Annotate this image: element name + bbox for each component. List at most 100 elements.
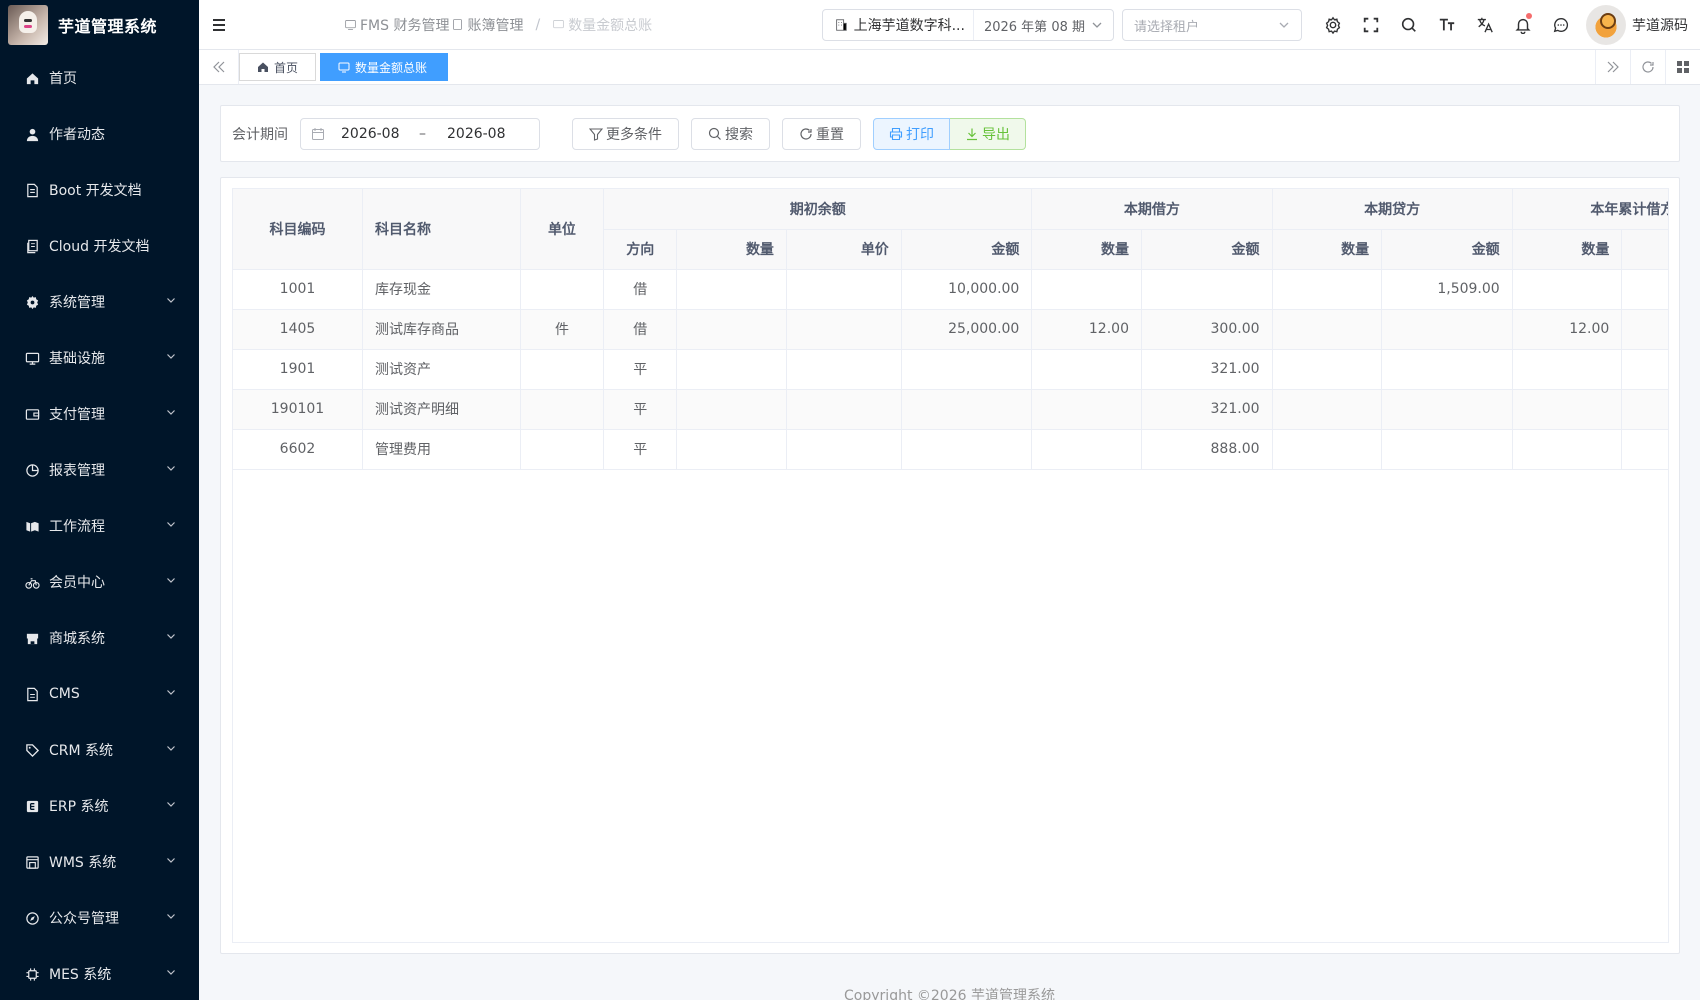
wallet-icon	[24, 406, 40, 422]
header-unit: 单位	[520, 189, 605, 270]
cell-code: 6602	[233, 429, 363, 470]
sidebar-item-16[interactable]: MES 系统	[0, 946, 199, 1000]
cell-credit-amount	[1381, 349, 1513, 390]
bell-icon[interactable]	[1504, 0, 1542, 50]
header-amount: 金额	[901, 229, 1033, 270]
header-direction: 方向	[603, 229, 678, 270]
cell-unit	[520, 389, 605, 430]
printer-icon	[889, 127, 903, 140]
search-button[interactable]: 搜索	[691, 117, 770, 150]
search-icon	[708, 127, 721, 140]
top-header: FMS 财务管理 账簿管理 / 数量金额总账 上海芋道数字科... 2026 年…	[199, 0, 1700, 50]
refresh-icon[interactable]	[1630, 50, 1665, 84]
sidebar-item-9[interactable]: 会员中心	[0, 554, 199, 610]
cell-debit-amount: 300.00	[1141, 309, 1273, 350]
font-size-icon[interactable]	[1428, 0, 1466, 50]
header-qty: 数量	[1031, 229, 1142, 270]
cell-name: 库存现金	[362, 269, 521, 310]
breadcrumb-item-fms[interactable]: FMS 财务管理	[344, 15, 449, 35]
fullscreen-icon[interactable]	[1352, 0, 1390, 50]
header-period-credit: 本期贷方	[1272, 189, 1513, 230]
sidebar-item-12[interactable]: CRM 系统	[0, 722, 199, 778]
cell-open-qty	[676, 429, 787, 470]
table-row[interactable]: 1001 库存现金 借 10,000.00 1,509.00	[233, 269, 1668, 310]
cell-open-amount	[901, 349, 1033, 390]
sidebar-item-11[interactable]: CMS	[0, 666, 199, 722]
shop-icon	[24, 630, 40, 646]
sidebar-item-13[interactable]: ERP 系统	[0, 778, 199, 834]
hamburger-icon[interactable]	[199, 17, 239, 33]
breadcrumb: FMS 财务管理 账簿管理 / 数量金额总账	[344, 15, 652, 35]
ledger-icon	[553, 20, 564, 29]
cell-open-qty	[676, 389, 787, 430]
sidebar-item-6[interactable]: 支付管理	[0, 386, 199, 442]
tenant-select[interactable]: 请选择租户	[1122, 9, 1302, 41]
ledger-table-scroll[interactable]: 科目编码 科目名称 单位 期初余额 本期借方 本期贷方 本年累计借方 方向 数量…	[232, 188, 1669, 943]
translate-icon[interactable]	[1466, 0, 1504, 50]
ledger-table-card: 科目编码 科目名称 单位 期初余额 本期借方 本期贷方 本年累计借方 方向 数量…	[220, 177, 1680, 954]
cell-ytd-qty: 12.00	[1512, 309, 1623, 350]
table-row[interactable]: 190101测试资产明细 平 321.00 321.00	[233, 389, 1668, 430]
sidebar-item-7[interactable]: 报表管理	[0, 442, 199, 498]
grid-menu-icon[interactable]	[1665, 50, 1700, 84]
cell-ytd-amount	[1621, 269, 1668, 310]
logo-bar[interactable]: 芋道管理系统	[0, 0, 199, 50]
chevron-down-icon	[1092, 22, 1102, 28]
tab-home[interactable]: 首页	[239, 53, 317, 81]
table-row[interactable]: 6602管理费用 平 888.00 888.00	[233, 429, 1668, 470]
sidebar-item-14[interactable]: WMS 系统	[0, 834, 199, 890]
search-icon[interactable]	[1390, 0, 1428, 50]
cell-credit-amount	[1381, 309, 1513, 350]
sidebar-item-3[interactable]: Cloud 开发文档	[0, 218, 199, 274]
settings-icon[interactable]	[1314, 0, 1352, 50]
print-button[interactable]: 打印	[873, 117, 950, 150]
sidebar-item-15[interactable]: 公众号管理	[0, 890, 199, 946]
tab-quantity-ledger[interactable]: 数量金额总账	[320, 53, 449, 81]
company-period-selector[interactable]: 上海芋道数字科... 2026 年第 08 期	[821, 9, 1114, 41]
table-row[interactable]: 1901测试资产 平 321.00 321.00	[233, 349, 1668, 390]
date-end[interactable]: 2026-08	[447, 126, 525, 142]
sidebar-item-5[interactable]: 基础设施	[0, 330, 199, 386]
scroll-right-icon[interactable]	[1595, 50, 1630, 84]
document-icon	[24, 182, 40, 198]
period-select[interactable]: 2026 年第 08 期	[974, 16, 1113, 35]
period-date-range[interactable]: 2026-08 – 2026-08	[300, 117, 540, 150]
sidebar-item-8[interactable]: 工作流程	[0, 498, 199, 554]
header-opening-balance: 期初余额	[603, 189, 1033, 230]
bicycle-icon	[24, 574, 40, 590]
company-select[interactable]: 上海芋道数字科...	[823, 10, 974, 40]
more-conditions-button[interactable]: 更多条件	[572, 117, 679, 150]
cell-ytd-amount: 321.00	[1621, 349, 1668, 390]
message-icon[interactable]	[1542, 0, 1580, 50]
chip-icon	[24, 966, 40, 982]
scroll-left-icon[interactable]	[199, 50, 239, 84]
sidebar-item-0[interactable]: 首页	[0, 50, 199, 106]
header-amount: 金额	[1381, 229, 1513, 270]
breadcrumb-item-ledger[interactable]: 账簿管理	[451, 15, 523, 35]
cell-debit-amount: 321.00	[1141, 349, 1273, 390]
sidebar-item-label: 系统管理	[49, 295, 105, 311]
chevron-down-icon	[165, 798, 177, 814]
header-ytd-debit: 本年累计借方	[1512, 189, 1668, 230]
ledger-table: 科目编码 科目名称 单位 期初余额 本期借方 本期贷方 本年累计借方 方向 数量…	[233, 189, 1668, 470]
notification-dot	[1526, 13, 1532, 19]
home-icon	[258, 62, 268, 72]
date-start[interactable]: 2026-08	[341, 126, 419, 142]
sidebar-item-4[interactable]: 系统管理	[0, 274, 199, 330]
sidebar-item-1[interactable]: 作者动态	[0, 106, 199, 162]
header-code: 科目编码	[233, 189, 363, 270]
sidebar-item-10[interactable]: 商城系统	[0, 610, 199, 666]
cell-name: 测试库存商品	[362, 309, 521, 350]
sidebar: 芋道管理系统 首页 作者动态 Boot 开发文档 Cloud 开发文档系统管理基础设施…	[0, 0, 199, 1000]
cell-direction: 平	[603, 349, 678, 390]
reset-button[interactable]: 重置	[782, 117, 861, 150]
cell-ytd-amount: 321.00	[1621, 389, 1668, 430]
chevron-down-icon	[165, 518, 177, 534]
export-button[interactable]: 导出	[950, 117, 1026, 150]
cell-direction: 平	[603, 389, 678, 430]
sidebar-item-2[interactable]: Boot 开发文档	[0, 162, 199, 218]
table-row[interactable]: 1405测试库存商品件借25,000.0012.00300.0012.00300…	[233, 309, 1668, 350]
user-menu[interactable]: 芋道源码	[1580, 5, 1700, 45]
cell-open-price	[786, 429, 902, 470]
sidebar-item-label: 报表管理	[49, 463, 105, 479]
